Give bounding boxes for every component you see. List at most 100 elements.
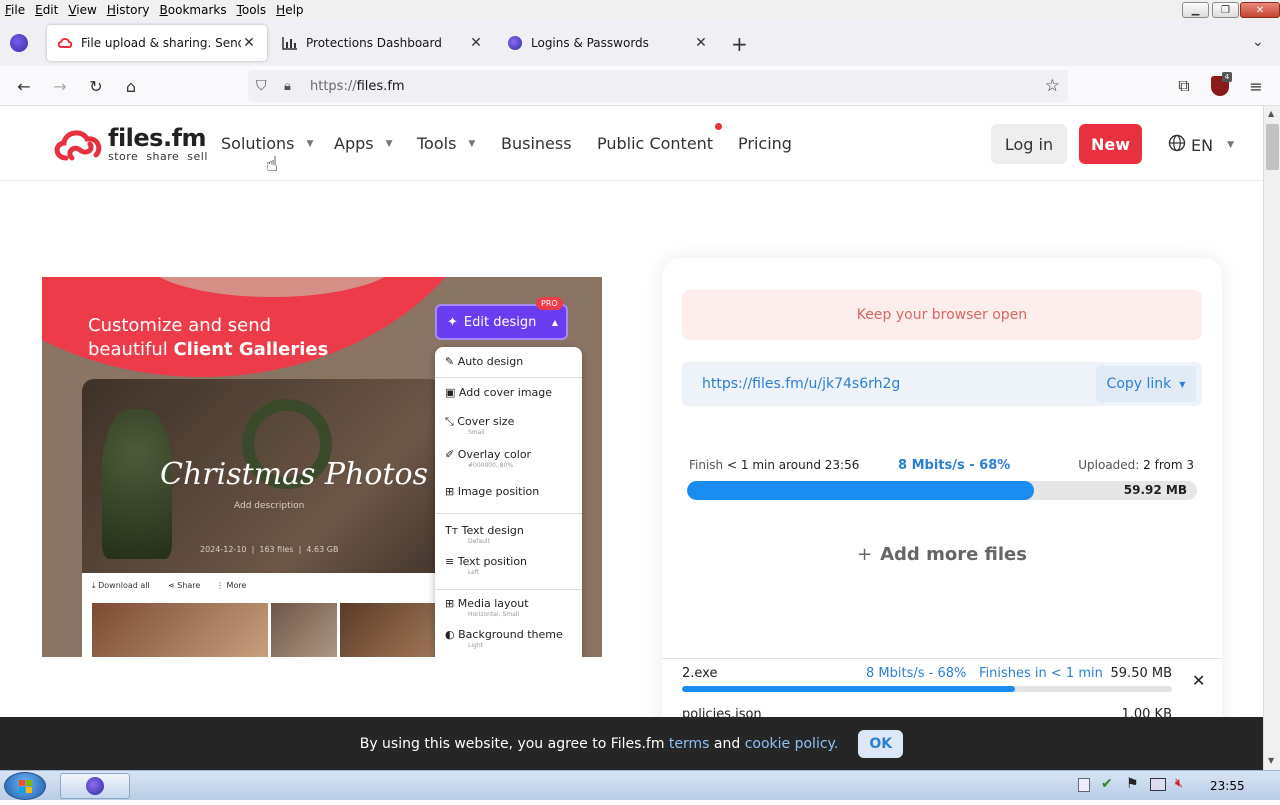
logo-name[interactable]: files.fm xyxy=(108,124,207,152)
upload-progress-bar: 59.92 MB xyxy=(687,481,1197,500)
shield-icon[interactable]: ⛉ xyxy=(256,78,274,94)
menu-bookmarks[interactable]: Bookmarks xyxy=(155,3,232,17)
nav-apps[interactable]: Apps ▼ xyxy=(334,134,393,153)
menu-file[interactable]: File xyxy=(0,3,30,17)
gallery-thumb xyxy=(271,603,337,657)
minimize-button[interactable]: ▁ xyxy=(1182,2,1209,18)
logo-tagline: store share sell xyxy=(108,150,208,163)
upload-card: Keep your browser open https://files.fm/… xyxy=(662,258,1222,770)
extensions-icon[interactable]: ⧉ xyxy=(1172,74,1196,98)
start-button[interactable] xyxy=(4,772,46,800)
taskbar-firefox[interactable] xyxy=(60,773,130,799)
chevron-down-icon: ▼ xyxy=(1227,140,1234,150)
restore-button[interactable]: ❐ xyxy=(1212,2,1239,18)
share-link[interactable]: https://files.fm/u/jk74s6rh2g xyxy=(702,376,900,392)
globe-icon xyxy=(1168,134,1186,156)
tray-network-icon[interactable] xyxy=(1150,778,1166,791)
gallery-title: Christmas Photos xyxy=(160,457,429,492)
firefox-view-icon[interactable] xyxy=(10,34,28,52)
tab-close-icon[interactable]: ✕ xyxy=(693,35,709,51)
tray-volume-muted-icon[interactable]: 🔇︎ xyxy=(1175,776,1183,791)
tab-logins[interactable]: Logins & Passwords ✕ xyxy=(497,25,719,61)
text-position-item: ≡ Text position xyxy=(445,555,528,568)
cookie-policy-link[interactable]: cookie policy. xyxy=(745,736,839,752)
tray-flag-icon[interactable]: ⚑ xyxy=(1126,776,1139,792)
app-menu-icon[interactable]: ≡ xyxy=(1244,74,1268,98)
forward-icon[interactable]: → xyxy=(48,74,72,98)
nav-solutions[interactable]: Solutions ▼ xyxy=(221,134,313,153)
web-page: files.fm store share sell Solutions ▼ App… xyxy=(0,106,1263,770)
bookmark-star-icon[interactable]: ☆ xyxy=(1045,76,1060,96)
tab-label: Logins & Passwords xyxy=(531,36,649,50)
new-tab-icon[interactable]: + xyxy=(731,32,748,56)
url-text[interactable]: https://files.fm xyxy=(310,79,405,94)
file-speed: 8 Mbits/s - 68% xyxy=(866,666,967,681)
file-finish: Finishes in < 1 min xyxy=(979,666,1103,681)
promo-headline-2: beautiful Client Galleries xyxy=(88,339,329,360)
lock-icon[interactable]: 🔒︎ xyxy=(284,79,300,94)
taskbar-clock[interactable]: 23:55 xyxy=(1210,779,1245,793)
file-size: 59.50 MB xyxy=(1110,666,1172,681)
scroll-down-icon[interactable]: ▼ xyxy=(1268,756,1274,765)
home-icon[interactable]: ⌂ xyxy=(119,74,143,98)
page-scrollbar[interactable]: ▲ ▼ xyxy=(1263,106,1280,770)
nav-tools[interactable]: Tools ▼ xyxy=(417,134,475,153)
tab-close-icon[interactable]: ✕ xyxy=(241,35,257,51)
divider xyxy=(435,589,582,590)
finish-estimate: Finish < 1 min around 23:56 xyxy=(689,458,860,472)
file-progress-fill xyxy=(682,686,1016,692)
gallery-meta: 2024-12-10 | 163 files | 4.63 GB xyxy=(200,545,339,554)
list-tabs-chevron-icon[interactable]: ⌄ xyxy=(1252,34,1264,50)
nav-business[interactable]: Business xyxy=(501,134,572,153)
divider xyxy=(435,513,582,514)
background-theme-item: ◐ Background theme xyxy=(445,628,563,641)
menu-view[interactable]: View xyxy=(63,3,101,17)
text-position-sub: Left xyxy=(468,569,480,576)
promo-banner[interactable]: Customize and send beautiful Client Gall… xyxy=(42,277,602,657)
reload-icon[interactable]: ↻ xyxy=(84,74,108,98)
cookie-text: By using this website, you agree to File… xyxy=(359,735,669,752)
uploaded-count: Uploaded: 2 from 3 xyxy=(1078,458,1194,472)
tab-bar: File upload & sharing. Send large files … xyxy=(0,20,1280,66)
nav-pricing[interactable]: Pricing xyxy=(738,134,792,153)
scroll-thumb[interactable] xyxy=(1266,124,1279,170)
file-row: 2.exe 8 Mbits/s - 68% Finishes in < 1 mi… xyxy=(662,659,1222,703)
nav-public-content[interactable]: Public Content xyxy=(597,134,713,153)
download-all-button: ⤓ Download all xyxy=(92,581,150,590)
site-header: files.fm store share sell Solutions ▼ App… xyxy=(0,106,1263,181)
tab-close-icon[interactable]: ✕ xyxy=(468,35,484,51)
add-more-files-button[interactable]: + Add more files xyxy=(662,544,1222,565)
firefox-icon xyxy=(86,777,104,795)
background-theme-sub: Light xyxy=(468,642,483,649)
share-button: ⋖ Share xyxy=(168,581,201,590)
files-fm-logo-icon[interactable] xyxy=(52,128,104,166)
file-progress-bar xyxy=(682,686,1172,692)
close-window-button[interactable]: ✕ xyxy=(1240,2,1280,18)
scroll-up-icon[interactable]: ▲ xyxy=(1268,109,1274,118)
new-button[interactable]: New xyxy=(1079,124,1142,164)
sparkle-icon: ✦ xyxy=(447,314,458,330)
cover-size-sub: Small xyxy=(468,429,485,436)
notification-dot xyxy=(715,123,722,130)
file-name: 2.exe xyxy=(682,666,718,681)
menu-tools[interactable]: Tools xyxy=(232,3,272,17)
language-selector[interactable]: EN ▼ xyxy=(1168,134,1234,156)
tray-document-icon[interactable] xyxy=(1078,778,1090,792)
tray-security-icon[interactable]: ✔ xyxy=(1101,776,1113,792)
cookie-ok-button[interactable]: OK xyxy=(858,729,904,758)
terms-link[interactable]: terms xyxy=(669,736,710,752)
hand-cursor-icon: ☝︎ xyxy=(266,152,279,176)
menu-edit[interactable]: Edit xyxy=(30,3,63,17)
url-bar[interactable]: ⛉ 🔒︎ https://files.fm ☆ xyxy=(248,70,1068,102)
remove-file-icon[interactable]: ✕ xyxy=(1192,671,1205,690)
upload-progress-fill xyxy=(687,481,1034,500)
login-button[interactable]: Log in xyxy=(991,124,1067,164)
chart-icon xyxy=(282,35,298,51)
menu-help[interactable]: Help xyxy=(271,3,308,17)
upload-speed: 8 Mbits/s - 68% xyxy=(898,458,1011,473)
tab-files-fm[interactable]: File upload & sharing. Send large files … xyxy=(47,25,267,61)
back-icon[interactable]: ← xyxy=(12,74,36,98)
menu-history[interactable]: History xyxy=(102,3,155,17)
copy-link-button[interactable]: Copy link ▼ xyxy=(1096,366,1196,402)
tab-protections[interactable]: Protections Dashboard ✕ xyxy=(272,25,494,61)
